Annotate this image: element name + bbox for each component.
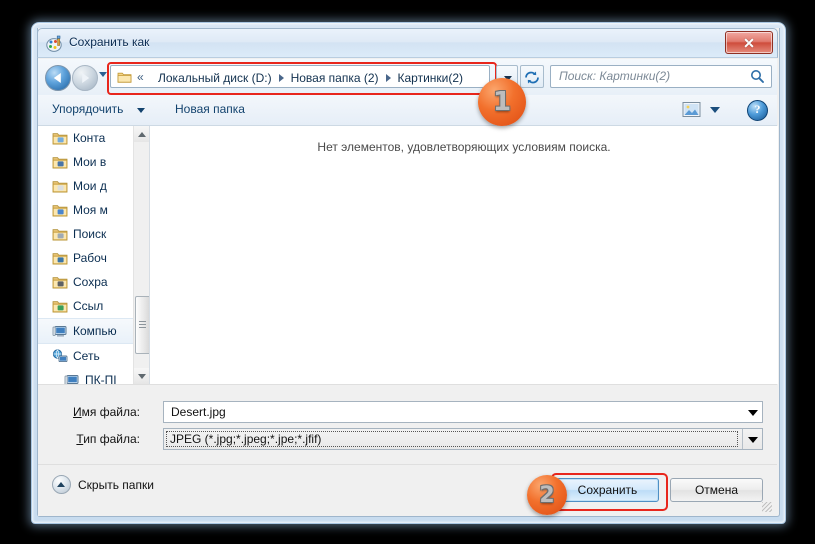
dialog-footer: Скрыть папки Сохранить Отмена	[38, 464, 777, 516]
refresh-button[interactable]	[520, 65, 544, 88]
annotation-badge-2-label: 2	[539, 482, 555, 508]
annotation-badge-1: 1	[478, 78, 526, 126]
scroll-down-arrow-icon[interactable]	[134, 368, 150, 384]
file-type-value: JPEG (*.jpg;*.jpeg;*.jpe;*.jfif)	[170, 432, 322, 446]
cancel-button[interactable]: Отмена	[670, 478, 763, 502]
sidebar-item-label: Сеть	[73, 349, 100, 363]
refresh-icon	[525, 71, 539, 84]
folder-icon	[117, 70, 132, 84]
save-button[interactable]: Сохранить	[556, 478, 659, 502]
search-input[interactable]: Поиск: Картинки(2)	[550, 65, 772, 88]
computer-icon	[64, 373, 80, 384]
sidebar-scrollbar[interactable]	[133, 126, 151, 384]
view-mode-icon[interactable]	[682, 101, 701, 118]
back-arrow-icon	[53, 73, 61, 83]
file-form-area: Имя файла: Desert.jpg Тип файла: JPEG (*…	[38, 384, 777, 465]
sidebar-item-3[interactable]: Моя м	[38, 198, 148, 222]
sidebar-item-10[interactable]: ПК-ПI	[38, 368, 148, 384]
file-list-pane[interactable]: Нет элементов, удовлетворяющих условиям …	[149, 126, 778, 384]
window-title: Сохранить как	[69, 35, 150, 49]
hide-folders-label: Скрыть папки	[78, 477, 154, 492]
breadcrumb-overflow-icon[interactable]: «	[137, 70, 144, 84]
file-name-dropdown-button[interactable]	[743, 402, 762, 422]
history-dropdown-icon[interactable]	[99, 72, 107, 77]
sidebar-item-label: Ссыл	[73, 299, 104, 313]
sidebar-item-6[interactable]: Сохра	[38, 270, 148, 294]
folder-videos-icon	[52, 155, 68, 170]
sidebar-item-5[interactable]: Рабоч	[38, 246, 148, 270]
collapse-up-icon	[52, 475, 71, 494]
folder-links-icon	[52, 299, 68, 314]
folder-contacts-icon	[52, 131, 68, 146]
breadcrumb-item-0[interactable]: Локальный диск (D:)	[155, 71, 275, 85]
folder-search-icon	[52, 227, 68, 242]
breadcrumb-item-1[interactable]: Новая папка (2)	[288, 71, 382, 85]
sidebar-item-label: Конта	[73, 131, 106, 145]
toolbar: Упорядочить Новая папка ?	[38, 95, 777, 126]
sidebar-item-label: Компью	[73, 324, 117, 338]
sidebar-item-1[interactable]: Мои в	[38, 150, 148, 174]
chevron-down-icon[interactable]	[137, 108, 145, 113]
help-glyph: ?	[754, 102, 761, 116]
resize-grip-icon[interactable]	[762, 502, 772, 512]
sidebar-item-label: Рабоч	[73, 251, 107, 265]
title-bar: Сохранить как	[37, 28, 778, 58]
folder-desktop-icon	[52, 251, 68, 266]
scroll-up-arrow-icon[interactable]	[134, 126, 150, 142]
search-icon	[750, 69, 765, 89]
sidebar-item-0[interactable]: Конта	[38, 126, 148, 150]
screenshot-root: Сохранить как « Локальный диск (D:) Нова…	[0, 0, 815, 544]
empty-results-message: Нет элементов, удовлетворяющих условиям …	[317, 140, 611, 154]
scrollbar-grip-icon	[139, 321, 146, 328]
sidebar-item-label: Мои в	[73, 155, 107, 169]
sidebar-item-label: Сохра	[73, 275, 108, 289]
help-icon[interactable]: ?	[747, 100, 768, 121]
folder-saved-games-icon	[52, 275, 68, 290]
sidebar-item-8[interactable]: Компью	[38, 318, 148, 344]
file-type-dropdown-button[interactable]	[742, 429, 762, 449]
folder-documents-icon	[52, 179, 68, 194]
sidebar-item-label: Моя м	[73, 203, 108, 217]
sidebar-item-7[interactable]: Ссыл	[38, 294, 148, 318]
paint-palette-icon	[46, 35, 64, 53]
folder-music-icon	[52, 203, 68, 218]
annotation-badge-2: 2	[527, 475, 567, 515]
annotation-badge-1-label: 1	[492, 87, 512, 117]
breadcrumb-item-2[interactable]: Картинки(2)	[395, 71, 467, 85]
computer-icon	[52, 324, 68, 339]
network-icon	[52, 348, 68, 364]
view-mode-chevron-down-icon[interactable]	[710, 107, 720, 113]
close-button[interactable]	[725, 31, 773, 54]
sidebar-item-label: ПК-ПI	[85, 373, 117, 384]
new-folder-button[interactable]: Новая папка	[175, 102, 245, 116]
breadcrumb-separator-icon[interactable]	[278, 74, 284, 82]
file-name-input[interactable]: Desert.jpg	[163, 401, 763, 423]
chevron-down-icon	[748, 410, 758, 416]
forward-arrow-icon	[82, 73, 90, 83]
hide-folders-button[interactable]: Скрыть папки	[52, 475, 154, 494]
sidebar-item-2[interactable]: Мои д	[38, 174, 148, 198]
file-name-label: Имя файла:	[73, 405, 140, 419]
forward-button[interactable]	[72, 65, 98, 91]
file-type-select[interactable]: JPEG (*.jpg;*.jpeg;*.jpe;*.jfif)	[163, 428, 763, 450]
sidebar-item-label: Мои д	[73, 179, 107, 193]
back-button[interactable]	[45, 65, 71, 91]
sidebar-item-label: Поиск	[73, 227, 107, 241]
breadcrumb-separator-icon[interactable]	[385, 74, 391, 82]
search-placeholder: Поиск: Картинки(2)	[559, 69, 671, 83]
sidebar-item-4[interactable]: Поиск	[38, 222, 148, 246]
file-name-value: Desert.jpg	[171, 405, 226, 419]
sidebar-item-9[interactable]: Сеть	[38, 344, 148, 368]
navigation-bar: « Локальный диск (D:) Новая папка (2) Ка…	[38, 59, 777, 95]
breadcrumb: Локальный диск (D:) Новая папка (2) Карт…	[155, 69, 466, 86]
navigation-pane[interactable]: Конта Мои в Мои д Моя м Поиск Рабоч Сохра Ссыл К…	[38, 126, 148, 384]
file-type-label: Тип файла:	[76, 432, 140, 446]
address-bar[interactable]: « Локальный диск (D:) Новая папка (2) Ка…	[110, 65, 490, 88]
organize-button[interactable]: Упорядочить	[52, 102, 123, 116]
chevron-down-icon	[748, 437, 758, 443]
